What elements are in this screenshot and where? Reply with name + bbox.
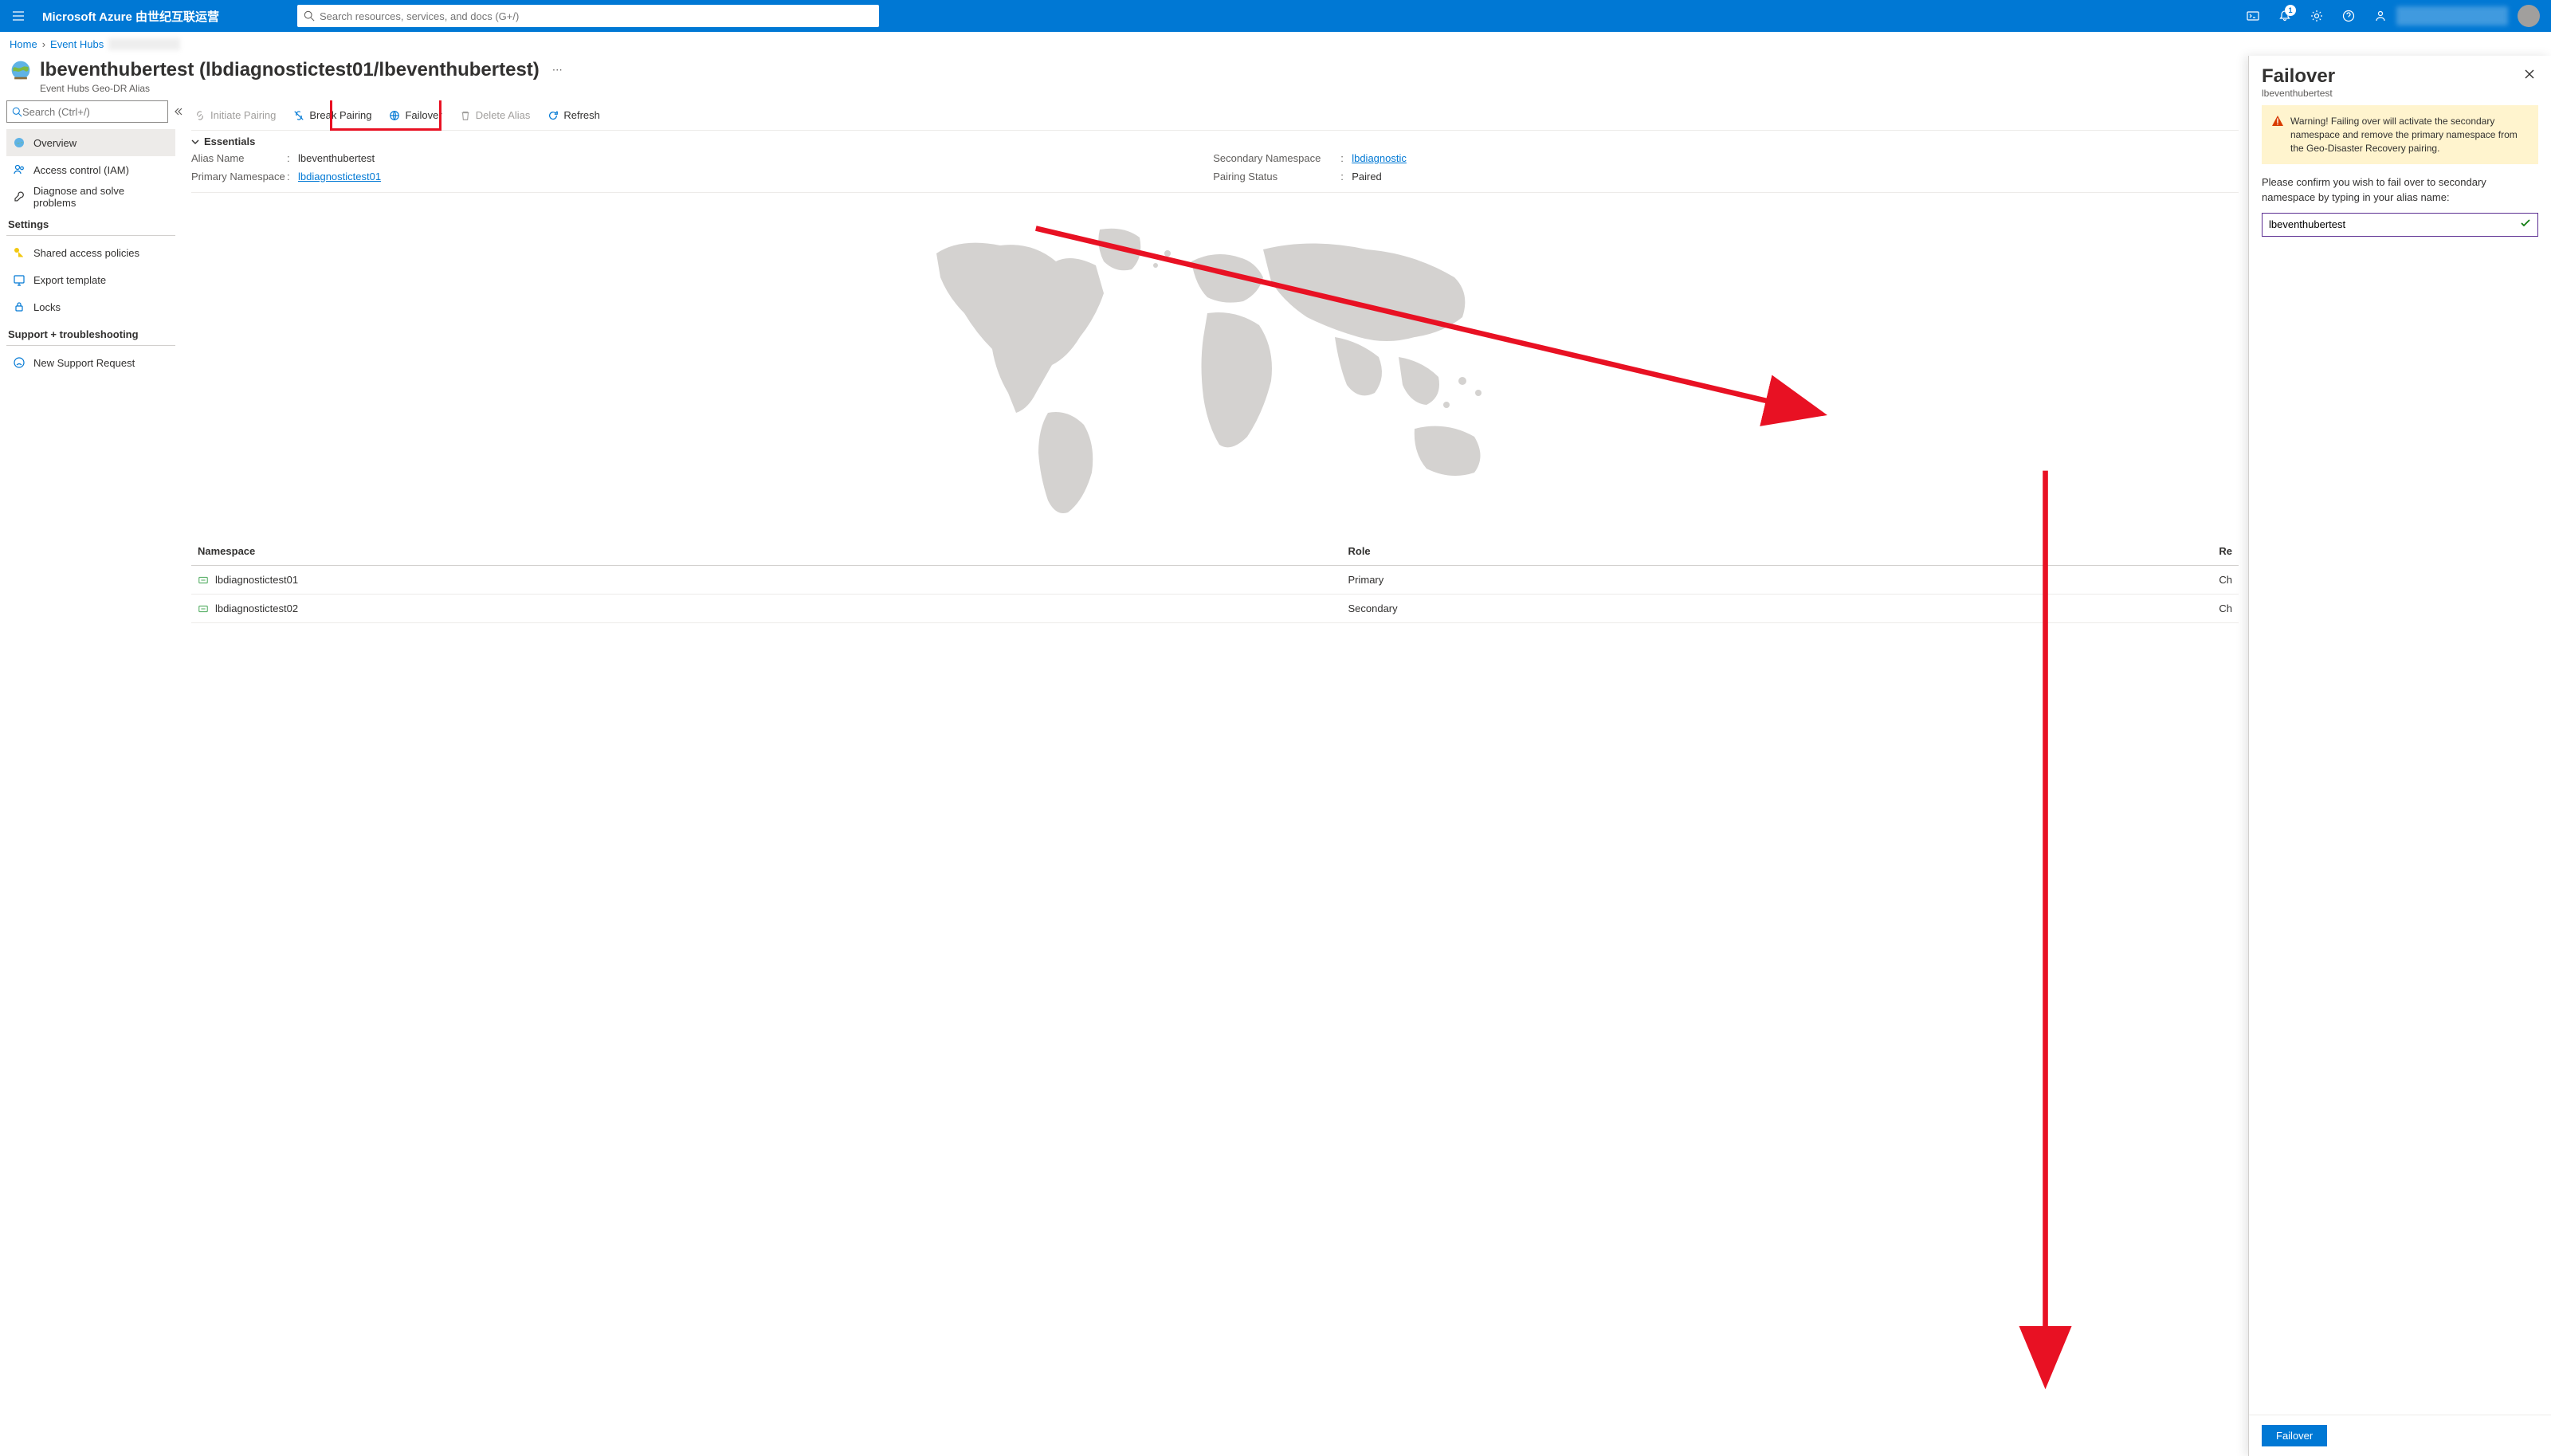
table-header-region[interactable]: Re	[1975, 537, 2239, 566]
confirm-input-wrap[interactable]	[2262, 213, 2538, 237]
sidebar-item-diagnose[interactable]: Diagnose and solve problems	[6, 183, 175, 210]
trash-icon	[460, 110, 471, 121]
table-header-namespace[interactable]: Namespace	[191, 537, 1341, 566]
sidebar-section-settings: Settings	[8, 218, 175, 230]
globe-icon	[10, 59, 32, 81]
help-icon[interactable]	[2333, 0, 2365, 32]
essentials-pairing-value: Paired	[1352, 171, 2239, 182]
global-search-input[interactable]	[320, 10, 873, 22]
support-icon	[13, 356, 26, 369]
notifications-icon[interactable]: 1	[2269, 0, 2301, 32]
namespace-icon	[198, 603, 209, 614]
warning-box: Warning! Failing over will activate the …	[2262, 105, 2538, 164]
sidebar-section-support: Support + troubleshooting	[8, 328, 175, 340]
essentials-alias-label: Alias Name	[191, 152, 287, 164]
essentials-alias-value: lbeventhubertest	[298, 152, 1213, 164]
link-icon	[194, 110, 206, 121]
warning-icon	[2271, 115, 2284, 155]
namespace-icon	[198, 575, 209, 586]
sidebar-search-input[interactable]	[22, 106, 163, 118]
essentials-pairing-label: Pairing Status	[1213, 171, 1340, 182]
settings-icon[interactable]	[2301, 0, 2333, 32]
sidebar-item-iam[interactable]: Access control (IAM)	[6, 156, 175, 183]
table-row[interactable]: lbdiagnostictest01 Primary Ch	[191, 566, 2239, 595]
sidebar-item-label: Diagnose and solve problems	[33, 185, 169, 209]
sidebar-item-label: Locks	[33, 301, 61, 313]
table-row[interactable]: lbdiagnostictest02 Secondary Ch	[191, 595, 2239, 623]
close-panel-button[interactable]	[2521, 65, 2538, 85]
breadcrumb-eventhubs[interactable]: Event Hubs	[50, 38, 104, 50]
search-icon	[304, 10, 315, 22]
failover-button[interactable]: Failover	[386, 106, 445, 124]
breadcrumb-home[interactable]: Home	[10, 38, 37, 50]
notification-badge: 1	[2285, 5, 2296, 16]
global-search[interactable]	[297, 5, 879, 27]
table-header-role[interactable]: Role	[1341, 537, 1974, 566]
page-title: lbeventhubertest (lbdiagnostictest01/lbe…	[40, 59, 540, 81]
essentials-grid: Alias Name : lbeventhubertest Secondary …	[191, 152, 2239, 193]
sidebar-item-export-template[interactable]: Export template	[6, 266, 175, 293]
hamburger-menu-icon[interactable]	[0, 10, 36, 22]
sidebar-item-label: Access control (IAM)	[33, 164, 129, 176]
key-icon	[13, 246, 26, 259]
page-subtitle: Event Hubs Geo-DR Alias	[0, 83, 2248, 100]
failover-panel: Failover lbeventhubertest Warning! Faili…	[2248, 56, 2551, 1456]
avatar[interactable]	[2513, 0, 2545, 32]
sidebar-item-locks[interactable]: Locks	[6, 293, 175, 320]
essentials-secondary-link[interactable]: lbdiagnostic	[1352, 152, 2239, 164]
account-info[interactable]	[2396, 6, 2508, 26]
chevron-down-icon	[191, 138, 199, 146]
sidebar-item-new-support-request[interactable]: New Support Request	[6, 349, 175, 376]
essentials-toggle[interactable]: Essentials	[191, 135, 2239, 147]
refresh-button[interactable]: Refresh	[544, 106, 603, 124]
sidebar-item-label: Overview	[33, 137, 77, 149]
essentials-secondary-label: Secondary Namespace	[1213, 152, 1340, 164]
sidebar-search[interactable]	[6, 100, 168, 123]
sidebar: Overview Access control (IAM) Diagnose a…	[0, 100, 182, 1456]
panel-title: Failover	[2262, 65, 2335, 88]
sidebar-item-label: Export template	[33, 274, 106, 286]
refresh-icon	[547, 110, 559, 121]
top-header: Microsoft Azure 由世纪互联运营 1	[0, 0, 2551, 32]
panel-subtitle: lbeventhubertest	[2262, 88, 2335, 99]
main-content: Initiate Pairing Break Pairing Failover …	[182, 100, 2248, 1456]
lock-icon	[13, 300, 26, 313]
sidebar-item-label: New Support Request	[33, 357, 135, 369]
people-icon	[13, 163, 26, 176]
sidebar-item-label: Shared access policies	[33, 247, 139, 259]
initiate-pairing-button: Initiate Pairing	[191, 106, 279, 124]
export-icon	[13, 273, 26, 286]
sidebar-item-shared-access-policies[interactable]: Shared access policies	[6, 239, 175, 266]
brand-label[interactable]: Microsoft Azure 由世纪互联运营	[36, 8, 226, 25]
confirm-instructions: Please confirm you wish to fail over to …	[2262, 175, 2538, 204]
wrench-icon	[13, 190, 26, 203]
namespace-table: Namespace Role Re lbdiagnostictest01 Pri…	[191, 537, 2239, 623]
world-map	[191, 206, 2239, 524]
check-icon	[2520, 218, 2531, 231]
confirm-alias-input[interactable]	[2269, 218, 2520, 230]
delete-alias-button: Delete Alias	[457, 106, 534, 124]
essentials-primary-label: Primary Namespace	[191, 171, 287, 182]
failover-submit-button[interactable]: Failover	[2262, 1425, 2327, 1446]
break-pairing-button[interactable]: Break Pairing	[290, 106, 375, 124]
sidebar-item-overview[interactable]: Overview	[6, 129, 175, 156]
cloud-shell-icon[interactable]	[2237, 0, 2269, 32]
globe-sync-icon	[389, 110, 400, 121]
more-icon[interactable]: ⋯	[547, 64, 567, 77]
unlink-icon	[293, 110, 304, 121]
close-icon	[2524, 69, 2535, 80]
essentials-primary-link[interactable]: lbdiagnostictest01	[298, 171, 1213, 182]
breadcrumb: Home › Event Hubs	[0, 32, 2551, 56]
warning-text: Warning! Failing over will activate the …	[2290, 115, 2529, 155]
search-icon	[12, 107, 22, 117]
feedback-icon[interactable]	[2365, 0, 2396, 32]
globe-small-icon	[13, 136, 26, 149]
breadcrumb-redacted	[108, 38, 180, 50]
toolbar: Initiate Pairing Break Pairing Failover …	[191, 100, 2239, 131]
